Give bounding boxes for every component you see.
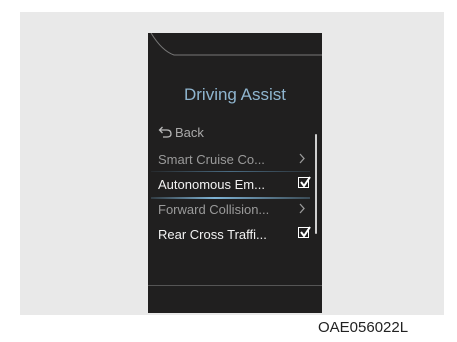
cluster-display: Driving Assist Back Smart Cruise Co... A… (148, 33, 322, 313)
figure-code: OAE056022L (318, 319, 409, 336)
checkbox-checked[interactable] (298, 176, 311, 188)
menu-item-smart-cruise-control[interactable]: Smart Cruise Co... (148, 147, 310, 172)
menu-item-rear-cross-traffic[interactable]: Rear Cross Traffi... (148, 222, 311, 247)
checkbox-checked[interactable] (298, 226, 311, 238)
chevron-right-icon (299, 203, 305, 214)
menu-item-label: Rear Cross Traffi... (158, 227, 267, 242)
bottom-divider (148, 285, 322, 286)
checkmark-icon (300, 176, 311, 188)
menu-item-label: Forward Collision... (158, 202, 270, 217)
menu-item-label: Autonomous Em... (158, 177, 265, 192)
menu-item-autonomous-emergency-braking[interactable]: Autonomous Em... (148, 171, 311, 199)
back-arrow-icon (158, 126, 172, 138)
menu-item-label: Smart Cruise Co... (158, 152, 265, 167)
chevron-right-icon (299, 153, 305, 164)
menu-title: Driving Assist (183, 85, 287, 104)
checkmark-icon (300, 226, 311, 238)
back-label: Back (175, 124, 204, 140)
back-button[interactable]: Back (158, 122, 204, 142)
top-border-curve (150, 33, 322, 56)
scrollbar[interactable] (315, 134, 317, 234)
menu-item-forward-collision[interactable]: Forward Collision... (148, 197, 310, 222)
